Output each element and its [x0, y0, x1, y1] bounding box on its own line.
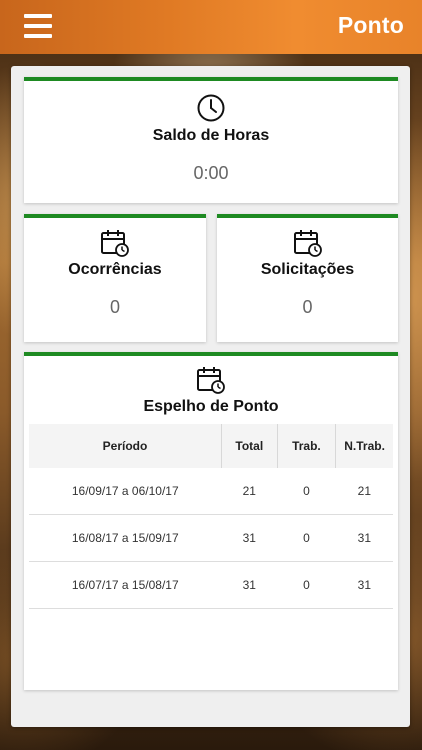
cell-total: 31	[221, 561, 278, 609]
cell-ntrab: 31	[335, 514, 393, 562]
clock-icon	[197, 94, 225, 122]
page-title: Ponto	[337, 12, 404, 38]
menu-bar	[24, 14, 52, 18]
menu-bar	[24, 24, 52, 28]
table-header-row: Período Total Trab. N.Trab.	[29, 424, 393, 468]
table-row[interactable]: 16/09/17 a 06/10/17 21 0 21	[29, 468, 393, 515]
espelho-de-ponto-card: Espelho de Ponto Período Total Trab. N.T…	[24, 352, 398, 690]
column-header-total: Total	[221, 424, 278, 468]
ocorrencias-value: 0	[109, 297, 120, 317]
saldo-value: 0:00	[193, 163, 229, 183]
calendar-clock-icon	[197, 367, 225, 394]
hamburger-menu-icon[interactable]	[24, 14, 52, 38]
column-header-trab: Trab.	[277, 424, 337, 468]
solicitacoes-card[interactable]: Solicitações 0	[217, 214, 398, 342]
dashboard-panel: Saldo de Horas 0:00 Ocorrências 0 Solici…	[11, 66, 410, 727]
solicitacoes-value: 0	[302, 297, 313, 317]
calendar-clock-icon	[101, 230, 129, 257]
top-app-bar: Ponto	[0, 0, 422, 54]
menu-bar	[24, 34, 52, 38]
cell-trab: 0	[277, 514, 336, 562]
cell-trab: 0	[277, 561, 336, 609]
cell-total: 21	[221, 468, 278, 515]
card-title: Saldo de Horas	[152, 127, 270, 144]
cell-periodo: 16/07/17 a 15/08/17	[29, 561, 222, 609]
calendar-clock-icon	[293, 230, 322, 257]
cell-ntrab: 31	[335, 561, 393, 609]
espelho-table: Período Total Trab. N.Trab. 16/09/17 a 0…	[29, 424, 393, 609]
ocorrencias-card[interactable]: Ocorrências 0	[24, 214, 206, 342]
table-row[interactable]: 16/07/17 a 15/08/17 31 0 31	[29, 561, 393, 609]
cell-trab: 0	[277, 468, 336, 515]
table-row[interactable]: 16/08/17 a 15/09/17 31 0 31	[29, 514, 393, 562]
saldo-de-horas-card[interactable]: Saldo de Horas 0:00	[24, 77, 398, 203]
column-header-ntrab: N.Trab.	[335, 424, 393, 468]
card-title: Solicitações	[260, 261, 355, 278]
cell-ntrab: 21	[335, 468, 393, 515]
cell-total: 31	[221, 514, 278, 562]
cell-periodo: 16/09/17 a 06/10/17	[29, 468, 222, 515]
cell-periodo: 16/08/17 a 15/09/17	[29, 514, 222, 562]
column-header-periodo: Período	[29, 424, 222, 468]
card-title: Espelho de Ponto	[143, 398, 279, 415]
card-title: Ocorrências	[68, 261, 162, 278]
